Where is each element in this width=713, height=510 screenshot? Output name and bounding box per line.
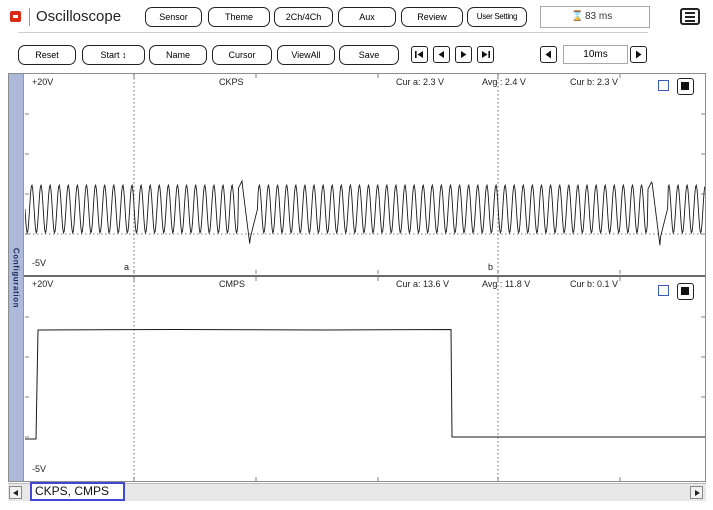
toolbar-separator xyxy=(18,32,648,33)
ckps-average-value: Avg : 2.4 V xyxy=(482,77,526,87)
sensor-button[interactable]: Sensor xyxy=(145,7,202,27)
name-button[interactable]: Name xyxy=(149,45,207,65)
oscilloscope-icon xyxy=(10,11,21,22)
ckps-cursor-b-marker: b xyxy=(488,262,494,272)
time-decrease-button[interactable] xyxy=(540,46,557,63)
cmps-waveform xyxy=(25,328,705,440)
reset-button[interactable]: Reset xyxy=(18,45,76,65)
aux-button[interactable]: Aux xyxy=(338,7,396,27)
refresh-indicator: ⌛ 83 ms xyxy=(540,6,650,28)
hourglass-icon: ⌛ xyxy=(571,11,584,22)
timebase-field[interactable]: 10ms xyxy=(563,45,628,64)
cmps-ymax-label: +20V xyxy=(32,279,54,289)
ckps-grid xyxy=(25,74,705,274)
cmps-stop-button[interactable] xyxy=(677,283,694,300)
ckps-cursor-a-marker: a xyxy=(124,262,130,272)
menu-icon[interactable] xyxy=(680,8,700,25)
save-button[interactable]: Save xyxy=(339,45,399,65)
cmps-channel-name: CMPS xyxy=(219,279,246,289)
cursor-button[interactable]: Cursor xyxy=(212,45,272,65)
scroll-right-icon[interactable] xyxy=(690,486,703,499)
cmps-visibility-checkbox[interactable] xyxy=(658,285,669,296)
app-title: Oscilloscope xyxy=(36,8,122,25)
configuration-tab[interactable]: Configuration xyxy=(9,74,24,481)
cmps-grid xyxy=(25,277,705,481)
ckps-waveform xyxy=(25,179,705,246)
scroll-left-icon[interactable] xyxy=(9,486,22,499)
user-setting-button[interactable]: User Setting xyxy=(467,7,527,27)
refresh-value: 83 ms xyxy=(585,11,613,22)
ckps-stop-button[interactable] xyxy=(677,78,694,95)
time-decrease-icon xyxy=(545,50,551,59)
title-separator xyxy=(29,8,30,26)
time-increase-button[interactable] xyxy=(630,46,647,63)
step-back-icon xyxy=(438,51,444,58)
ckps-plot[interactable] xyxy=(25,74,705,274)
skip-first-icon xyxy=(415,51,423,58)
skip-last-button[interactable] xyxy=(477,46,494,63)
ckps-cursor-b-value: Cur b: 2.3 V xyxy=(570,77,619,87)
cmps-plot[interactable] xyxy=(25,277,705,481)
cmps-cursor-a-value: Cur a: 13.6 V xyxy=(396,279,450,289)
start-button[interactable]: Start ↕ xyxy=(82,45,145,65)
review-button[interactable]: Review xyxy=(401,7,463,27)
channel-count-button[interactable]: 2Ch/4Ch xyxy=(274,7,333,27)
channel-selection-tab[interactable]: CKPS, CMPS xyxy=(30,482,125,501)
view-all-button[interactable]: ViewAll xyxy=(277,45,335,65)
cmps-cursor-b-value: Cur b: 0.1 V xyxy=(570,279,619,289)
cmps-ymin-label: -5V xyxy=(32,464,47,474)
step-back-button[interactable] xyxy=(433,46,450,63)
configuration-label: Configuration xyxy=(11,247,21,308)
skip-first-button[interactable] xyxy=(411,46,428,63)
skip-last-icon xyxy=(482,51,490,58)
step-forward-icon xyxy=(461,51,467,58)
step-forward-button[interactable] xyxy=(455,46,472,63)
theme-button[interactable]: Theme xyxy=(208,7,270,27)
time-increase-icon xyxy=(636,50,642,59)
ckps-ymax-label: +20V xyxy=(32,77,54,87)
cmps-average-value: Avg : 11.8 V xyxy=(482,279,531,289)
ckps-ymin-label: -5V xyxy=(32,258,47,268)
ckps-channel-name: CKPS xyxy=(219,77,244,87)
ckps-cursor-a-value: Cur a: 2.3 V xyxy=(396,77,445,87)
ckps-visibility-checkbox[interactable] xyxy=(658,80,669,91)
